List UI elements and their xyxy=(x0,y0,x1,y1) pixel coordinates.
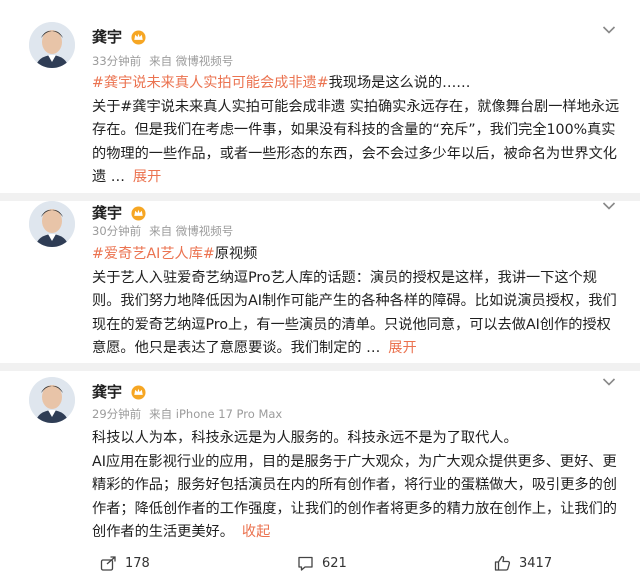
author-name[interactable]: 龚宇 xyxy=(92,26,146,47)
weibo-post-3: 龚宇 29分钟前 来自 iPhone 17 Pro Max 科技以人为本，科技永远… xyxy=(0,371,640,551)
paragraph: AI应用在影视行业的应用，目的是服务于广大观众，为广大观众提供更多、更好、更精彩… xyxy=(92,453,617,541)
collapse-link[interactable]: 收起 xyxy=(242,524,270,540)
post-text: #爱奇艺AI艺人库#原视频 关于艺人入驻爱奇艺纳逗Pro艺人库的话题：演员的授权… xyxy=(92,246,617,356)
comment-icon xyxy=(298,556,313,571)
hashtag-link[interactable]: #龚宇说未来真人实拍可能会成非遗# xyxy=(92,75,329,91)
post-text: 科技以人为本，科技永远是为人服务的。科技永远不是为了取代人。 AI应用在影视行业… xyxy=(92,427,620,545)
share-count: 178 xyxy=(125,556,150,571)
action-bar: 178 621 3417 xyxy=(0,551,640,579)
crown-badge-icon xyxy=(131,30,146,45)
post-meta: 30分钟前 来自 微博视频号 xyxy=(92,223,241,239)
like-count: 3417 xyxy=(519,556,553,571)
post-meta: 33分钟前 来自 微博视频号 xyxy=(92,53,241,69)
crown-badge-icon xyxy=(131,385,146,400)
hashtag-link[interactable]: #爱奇艺AI艺人库# xyxy=(92,246,215,262)
avatar[interactable] xyxy=(29,377,75,423)
expand-link[interactable]: 展开 xyxy=(133,169,161,185)
like-button[interactable]: 3417 xyxy=(494,555,552,572)
author-name[interactable]: 龚宇 xyxy=(92,202,146,223)
divider xyxy=(0,193,640,201)
post-time: 33分钟前 xyxy=(92,54,142,68)
share-icon xyxy=(100,556,116,571)
avatar[interactable] xyxy=(29,22,75,68)
post-text: #龚宇说未来真人实拍可能会成非遗#我现场是这么说的…… 关于#龚宇说未来真人实拍… xyxy=(92,75,620,185)
divider xyxy=(0,363,640,371)
weibo-post-2: 龚宇 30分钟前 来自 微博视频号 #爱奇艺AI艺人库#原视频 关于艺人入驻爱奇艺… xyxy=(0,201,640,363)
post-meta: 29分钟前 来自 iPhone 17 Pro Max xyxy=(92,406,290,422)
paragraph: 科技以人为本，科技永远是为人服务的。科技永远不是为了取代人。 xyxy=(92,430,518,446)
expand-link[interactable]: 展开 xyxy=(388,340,416,356)
chevron-down-icon[interactable] xyxy=(602,25,616,35)
comment-button[interactable]: 621 xyxy=(297,555,347,572)
post-time: 30分钟前 xyxy=(92,224,142,238)
weibo-post-1: 龚宇 33分钟前 来自 微博视频号 #龚宇说未来真人实拍可能会成非遗#我现场是这么… xyxy=(0,0,640,193)
post-source: 来自 iPhone 17 Pro Max xyxy=(149,407,283,421)
avatar[interactable] xyxy=(29,201,75,247)
post-source: 来自 微博视频号 xyxy=(149,224,234,238)
crown-badge-icon xyxy=(131,206,146,221)
chevron-down-icon[interactable] xyxy=(602,201,616,211)
post-source: 来自 微博视频号 xyxy=(149,54,234,68)
author-name[interactable]: 龚宇 xyxy=(92,381,146,402)
like-icon xyxy=(494,555,511,571)
post-time: 29分钟前 xyxy=(92,407,142,421)
chevron-down-icon[interactable] xyxy=(602,377,616,387)
comment-count: 621 xyxy=(322,556,347,571)
share-button[interactable]: 178 xyxy=(100,555,150,572)
